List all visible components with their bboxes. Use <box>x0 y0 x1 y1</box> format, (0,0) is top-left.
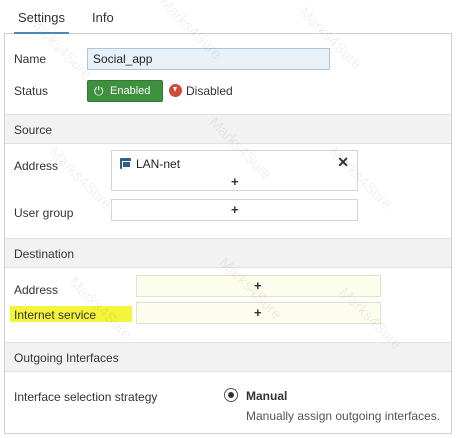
plus-icon[interactable]: + <box>231 202 239 217</box>
plus-icon[interactable]: + <box>254 305 262 320</box>
name-label: Name <box>14 52 47 66</box>
section-header-source: Source <box>5 114 451 144</box>
section-header-outgoing: Outgoing Interfaces <box>5 342 451 372</box>
address-chip-label: LAN-net <box>136 157 181 171</box>
network-icon <box>120 158 131 169</box>
status-enabled-button[interactable]: ⏻ Enabled <box>87 80 163 102</box>
section-title-destination: Destination <box>14 247 75 261</box>
tab-settings-label: Settings <box>18 10 65 25</box>
plus-icon[interactable]: + <box>254 278 262 293</box>
manual-hint: Manually assign outgoing interfaces. <box>246 409 441 423</box>
internet-service-field[interactable]: + <box>136 302 381 324</box>
source-address-label: Address <box>14 159 59 173</box>
source-address-field[interactable]: LAN-net ✕ + <box>111 150 358 191</box>
section-title-outgoing: Outgoing Interfaces <box>14 351 119 365</box>
section-title-source: Source <box>14 123 53 137</box>
tab-info-label: Info <box>92 10 114 25</box>
section-header-destination: Destination <box>5 238 451 268</box>
plus-icon[interactable]: + <box>231 174 239 189</box>
manual-radio[interactable] <box>224 388 238 402</box>
status-label: Status <box>14 84 49 98</box>
settings-panel: Name Status ⏻ Enabled Disabled Source Ad… <box>4 34 452 434</box>
tab-info[interactable]: Info <box>92 10 114 25</box>
manual-radio-label[interactable]: Manual <box>246 389 287 403</box>
status-disabled-label: Disabled <box>186 84 233 98</box>
tab-bar: Settings Info <box>4 0 452 34</box>
close-icon[interactable]: ✕ <box>337 154 349 171</box>
destination-address-label: Address <box>14 283 59 297</box>
destination-address-field[interactable]: + <box>136 275 381 297</box>
user-group-label: User group <box>14 206 74 220</box>
interface-strategy-label: Interface selection strategy <box>14 390 158 404</box>
power-icon: ⏻ <box>94 84 104 98</box>
user-group-field[interactable]: + <box>111 199 358 221</box>
name-input[interactable] <box>87 48 330 70</box>
tab-settings[interactable]: Settings <box>14 10 69 34</box>
internet-service-label: Internet service <box>14 308 97 322</box>
status-enabled-label: Enabled <box>110 85 151 97</box>
arrow-down-circle-icon <box>169 84 182 97</box>
